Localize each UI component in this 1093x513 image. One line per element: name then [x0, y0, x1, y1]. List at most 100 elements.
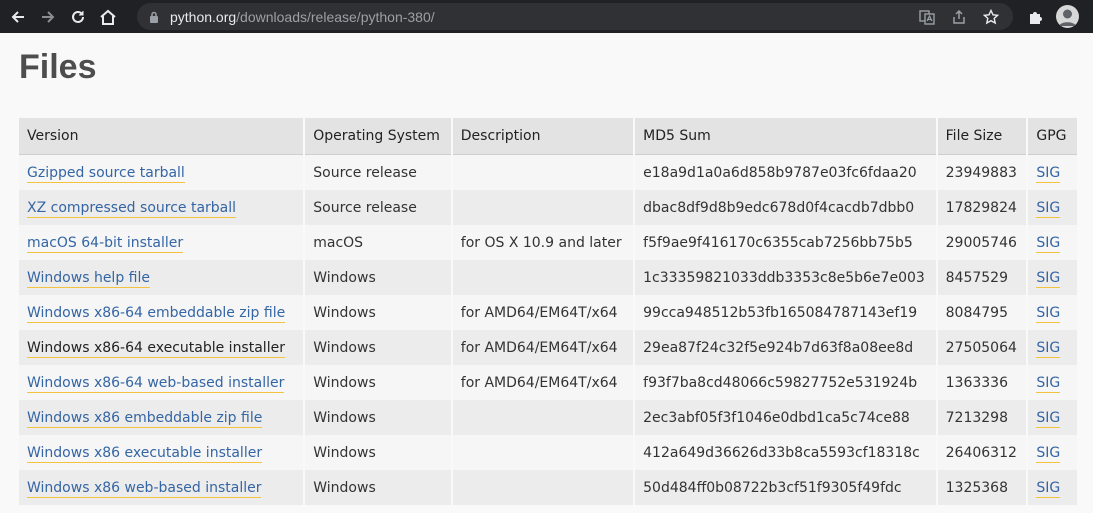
sig-link[interactable]: SIG [1036, 164, 1061, 183]
description-cell [452, 400, 634, 435]
sig-link[interactable]: SIG [1036, 339, 1061, 358]
md5-cell: 1c33359821033ddb3353c8e5b6e7e003 [635, 260, 936, 295]
sig-link[interactable]: SIG [1036, 199, 1061, 218]
address-bar[interactable]: python.org/downloads/release/python-380/ [137, 3, 1013, 30]
md5-cell: e18a9d1a0a6d858b9787e03fc6fdaa20 [635, 155, 936, 190]
description-cell [452, 435, 634, 470]
md5-cell: 412a649d36626d33b8ca5593cf18318c [635, 435, 936, 470]
reload-icon [72, 10, 84, 23]
table-row: Windows x86 embeddable zip file Windows … [19, 400, 1077, 435]
os-cell: Windows [305, 365, 451, 400]
url-path: /downloads/release/python-380/ [236, 8, 435, 25]
table-row: Windows x86-64 embeddable zip file Windo… [19, 295, 1077, 330]
sig-link[interactable]: SIG [1036, 374, 1061, 393]
header-version: Version [19, 118, 304, 155]
home-button[interactable] [93, 0, 123, 33]
version-link[interactable]: XZ compressed source tarball [27, 199, 237, 218]
sig-link[interactable]: SIG [1036, 479, 1061, 498]
os-cell: Windows [305, 435, 451, 470]
table-row: Windows x86 executable installer Windows… [19, 435, 1077, 470]
size-cell: 27505064 [937, 330, 1027, 365]
share-icon [953, 9, 965, 24]
header-gpg: GPG [1028, 118, 1077, 155]
header-file-size: File Size [937, 118, 1027, 155]
home-icon [100, 9, 116, 25]
size-cell: 8084795 [937, 295, 1027, 330]
md5-cell: 99cca948512b53fb165084787143ef19 [635, 295, 936, 330]
translate-button[interactable] [911, 3, 943, 30]
description-cell [452, 470, 634, 505]
version-link[interactable]: Windows x86-64 embeddable zip file [27, 304, 286, 323]
os-cell: Source release [305, 155, 451, 190]
os-cell: macOS [305, 225, 451, 260]
extensions-button[interactable] [1021, 0, 1051, 33]
md5-cell: f5f9ae9f416170c6355cab7256bb75b5 [635, 225, 936, 260]
description-cell [452, 190, 634, 225]
description-cell [452, 260, 634, 295]
version-link[interactable]: Windows x86 web-based installer [27, 479, 262, 498]
md5-cell: dbac8df9d8b9edc678d0f4cacdb7dbb0 [635, 190, 936, 225]
size-cell: 26406312 [937, 435, 1027, 470]
size-cell: 29005746 [937, 225, 1027, 260]
sig-link[interactable]: SIG [1036, 409, 1061, 428]
avatar-icon [1059, 9, 1076, 26]
url-text[interactable]: python.org/downloads/release/python-380/ [170, 9, 435, 25]
size-cell: 23949883 [937, 155, 1027, 190]
back-button[interactable] [3, 0, 33, 33]
md5-cell: 50d484ff0b08722b3cf51f9305f49fdc [635, 470, 936, 505]
os-cell: Windows [305, 295, 451, 330]
lock-icon[interactable] [147, 10, 161, 24]
reload-button[interactable] [63, 0, 93, 33]
os-cell: Windows [305, 260, 451, 295]
files-table: Version Operating System Description MD5… [17, 118, 1079, 505]
os-cell: Windows [305, 400, 451, 435]
version-link[interactable]: macOS 64-bit installer [27, 234, 184, 253]
size-cell: 1363336 [937, 365, 1027, 400]
size-cell: 1325368 [937, 470, 1027, 505]
translate-icon [919, 9, 935, 25]
browser-toolbar: python.org/downloads/release/python-380/ [0, 0, 1093, 33]
header-os: Operating System [305, 118, 451, 155]
md5-cell: 29ea87f24c32f5e924b7d63f8a08ee8d [635, 330, 936, 365]
header-md5: MD5 Sum [635, 118, 936, 155]
table-row: Gzipped source tarball Source release e1… [19, 155, 1077, 190]
description-cell: for OS X 10.9 and later [452, 225, 634, 260]
profile-avatar[interactable] [1056, 5, 1079, 28]
version-link[interactable]: Windows x86 embeddable zip file [27, 409, 263, 428]
bookmark-button[interactable] [975, 3, 1007, 30]
md5-cell: f93f7ba8cd48066c59827752e531924b [635, 365, 936, 400]
table-row: macOS 64-bit installer macOS for OS X 10… [19, 225, 1077, 260]
version-link[interactable]: Windows x86-64 executable installer [27, 339, 285, 358]
puzzle-icon [1030, 11, 1042, 24]
table-row: Windows x86-64 web-based installer Windo… [19, 365, 1077, 400]
sig-link[interactable]: SIG [1036, 304, 1061, 323]
version-link[interactable]: Windows x86-64 web-based installer [27, 374, 285, 393]
os-cell: Windows [305, 330, 451, 365]
sig-link[interactable]: SIG [1036, 269, 1061, 288]
url-host: python.org [170, 8, 237, 25]
md5-cell: 2ec3abf05f3f1046e0dbd1ca5c74ce88 [635, 400, 936, 435]
size-cell: 7213298 [937, 400, 1027, 435]
table-row: Windows x86 web-based installer Windows … [19, 470, 1077, 505]
table-row: Windows x86-64 executable installer Wind… [19, 330, 1077, 365]
star-icon [983, 8, 999, 24]
version-link[interactable]: Windows x86 executable installer [27, 444, 263, 463]
arrow-right-icon [42, 10, 55, 23]
size-cell: 17829824 [937, 190, 1027, 225]
table-row: XZ compressed source tarball Source rele… [19, 190, 1077, 225]
forward-button[interactable] [33, 0, 63, 33]
page-title: Files [19, 48, 97, 86]
sig-link[interactable]: SIG [1036, 234, 1061, 253]
table-header-row: Version Operating System Description MD5… [19, 118, 1077, 155]
version-link[interactable]: Gzipped source tarball [27, 164, 185, 183]
os-cell: Windows [305, 470, 451, 505]
os-cell: Source release [305, 190, 451, 225]
arrow-left-icon [11, 10, 24, 23]
sig-link[interactable]: SIG [1036, 444, 1061, 463]
description-cell: for AMD64/EM64T/x64 [452, 365, 634, 400]
version-link[interactable]: Windows help file [27, 269, 150, 288]
share-button[interactable] [943, 3, 975, 30]
description-cell: for AMD64/EM64T/x64 [452, 330, 634, 365]
description-cell: for AMD64/EM64T/x64 [452, 295, 634, 330]
size-cell: 8457529 [937, 260, 1027, 295]
